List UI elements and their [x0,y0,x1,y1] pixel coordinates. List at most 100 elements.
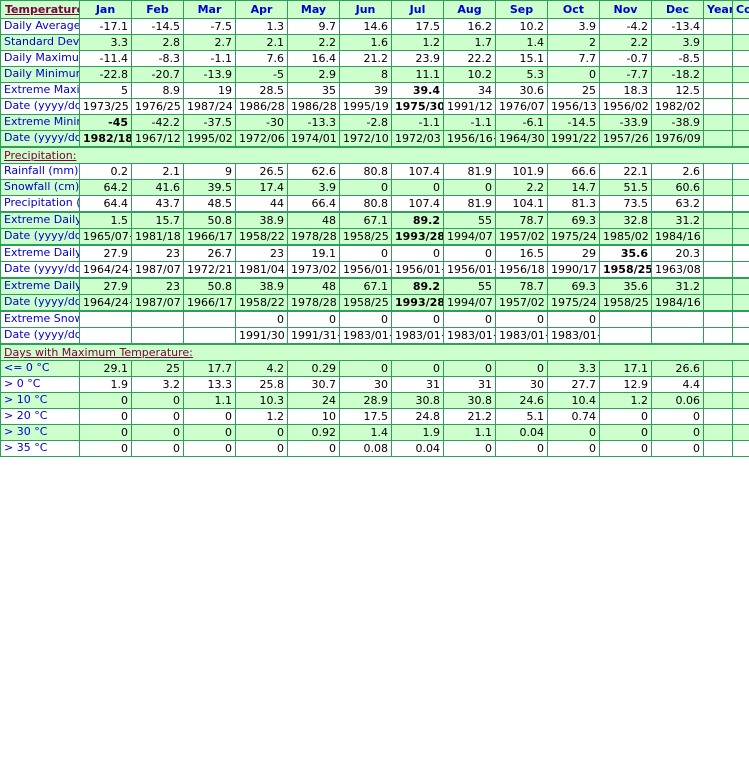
data-cell: 31 [391,376,444,393]
section-title: Days with Maximum Temperature: [0,343,749,361]
data-cell: 31.2 [651,211,704,229]
data-cell: 1966/17 [183,294,236,312]
data-cell-code: A [732,408,749,425]
data-cell: 107.4 [391,195,444,213]
data-cell: 1958/25 [339,294,392,312]
data-cell: 19.1 [287,244,340,262]
data-cell: -18.2 [651,66,704,83]
data-cell: 64.4 [79,195,132,213]
data-cell: -0.7 [599,50,652,67]
data-cell: -7.7 [599,66,652,83]
table-row: Extreme Daily Snowfall (cm)27.92326.7231… [0,244,749,262]
data-cell: 0 [547,66,600,83]
data-cell: 0 [599,424,652,441]
data-cell: 0 [79,392,132,409]
data-cell: 14.7 [547,179,600,196]
data-cell: 38.9 [235,211,288,229]
row-label: Extreme Daily Rainfall (mm) [0,211,80,229]
data-cell: 31.2 [651,277,704,295]
data-cell: 1987/07 [131,294,184,312]
row-label: Daily Minimum (°C) [0,66,80,83]
data-cell: 1981/18 [131,228,184,246]
data-cell: 3.3 [547,360,600,377]
data-cell [651,327,704,345]
data-cell: 0 [235,440,288,457]
data-cell: 1956/13 [547,98,600,115]
data-cell: 0 [495,360,548,377]
data-cell: 0 [391,244,444,262]
data-cell: -1.1 [443,114,496,131]
data-cell: 17.5 [339,408,392,425]
data-cell: 3.9 [651,34,704,51]
data-cell: 66.6 [547,163,600,180]
table-row: > 35 °C000000.080.0400000 A [0,440,749,457]
row-label: Date (yyyy/dd) [0,130,80,148]
data-cell: 1956/01+ [443,261,496,279]
data-cell: -1.1 [183,50,236,67]
row-label: Extreme Daily Precipitation (mm) [0,277,80,295]
data-cell: 1.3 [235,18,288,35]
data-cell: 1.4 [495,34,548,51]
row-label: Precipitation (mm) [0,195,80,213]
data-cell: 25.8 [235,376,288,393]
data-cell: 1.2 [235,408,288,425]
data-cell: 30 [495,376,548,393]
data-cell: 16.2 [443,18,496,35]
data-cell: 27.7 [547,376,600,393]
data-cell: 26.6 [651,360,704,377]
data-cell: 24 [287,392,340,409]
data-cell: 3.9 [547,18,600,35]
data-cell: 107.4 [391,163,444,180]
data-cell: -14.5 [547,114,600,131]
data-cell: 18.3 [599,82,652,99]
data-cell: 15.1 [495,50,548,67]
data-cell: 64.2 [79,179,132,196]
data-cell: 1975/24 [547,228,600,246]
data-cell: 11.1 [391,66,444,83]
data-cell: 0 [443,244,496,262]
data-cell: 1972/21 [183,261,236,279]
data-cell: 0 [339,179,392,196]
data-cell [599,327,652,345]
data-cell: 1991/30 [235,327,288,345]
data-cell: 13.3 [183,376,236,393]
data-cell: 31 [443,376,496,393]
data-cell: -42.2 [131,114,184,131]
data-cell: 78.7 [495,211,548,229]
table-row: Date (yyyy/dd) 1982/18 1967/12 1995/02 1972/… [0,130,749,148]
row-label: Extreme Snow Depth (cm) [0,310,80,328]
data-cell: 104.1 [495,195,548,213]
data-cell: 1983/01+ [547,327,600,345]
data-cell-code: A [732,195,749,213]
data-cell: 1986/28 [287,98,340,115]
table-row: Daily Maximum (°C)-11.4-8.3-1.17.616.421… [0,50,749,67]
table-row: Standard Deviation3.32.82.72.12.21.61.21… [0,34,749,51]
table-row: Daily Average (°C)-17.1-14.5-7.51.39.714… [0,18,749,35]
column-header-jul: Jul [391,0,444,19]
data-cell: 30 [339,376,392,393]
data-cell: 4.4 [651,376,704,393]
data-cell [131,327,184,345]
data-cell: -7.5 [183,18,236,35]
data-cell: 1956/01+ [339,261,392,279]
data-cell-code [732,261,749,279]
data-cell: 101.9 [495,163,548,180]
data-cell: -38.9 [651,114,704,131]
data-cell: 1975/30 [391,98,444,115]
table-row: > 30 °C00000.921.41.91.10.04000 A [0,424,749,441]
data-cell: 43.7 [131,195,184,213]
column-header-feb: Feb [131,0,184,19]
data-cell [703,277,733,295]
data-cell: -20.7 [131,66,184,83]
data-cell: 0 [391,310,444,328]
data-cell: 1991/12 [443,98,496,115]
data-cell-code [732,277,749,295]
table-row: <= 0 °C 29.1 25 17.7 4.2 0.29 0 0 0 0 3.3 17.1 26.6 … [0,360,749,377]
data-cell: -37.5 [183,114,236,131]
data-cell: 22.1 [599,163,652,180]
table-row: Date (yyyy/dd)1964/24+1987/071966/171958… [0,294,749,312]
table-row: Extreme Minimum (°C)-45-42.2-37.5-30-13.… [0,114,749,131]
data-cell: 19 [183,82,236,99]
data-cell-code: A [732,179,749,196]
data-cell: 29 [547,244,600,262]
